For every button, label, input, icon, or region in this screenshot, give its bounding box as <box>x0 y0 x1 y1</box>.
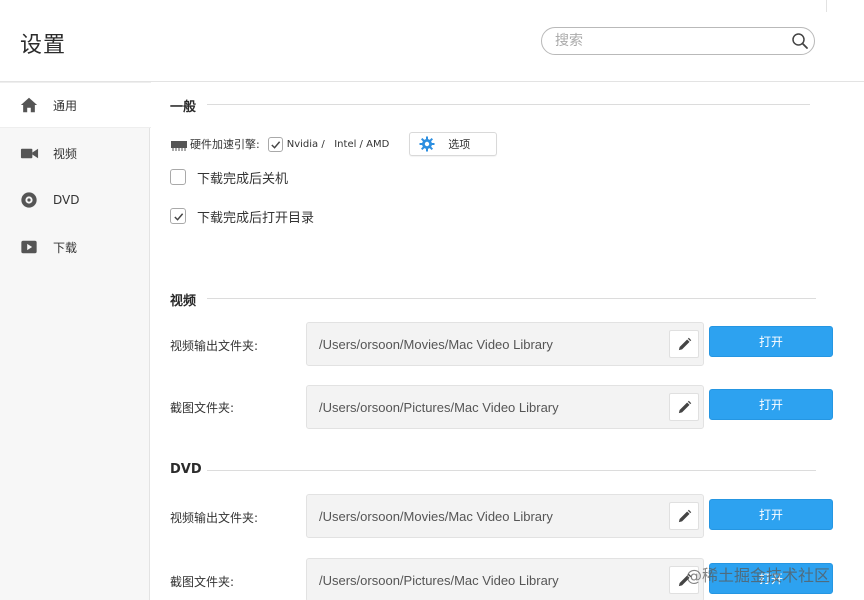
page-title: 设置 <box>20 33 67 58</box>
disc-icon <box>19 190 39 210</box>
dvd-screenshot-path-field[interactable]: /Users/orsoon/Pictures/Mac Video Library <box>306 558 704 600</box>
dvd-screenshot-label: 截图文件夹: <box>170 575 235 589</box>
shutdown-option-row: 下载完成后关机 <box>170 167 288 187</box>
section-title-video: 视频 <box>170 294 197 309</box>
search-icon[interactable] <box>791 32 809 50</box>
video-screenshot-label: 截图文件夹: <box>170 401 235 415</box>
sidebar-item-label: DVD <box>53 193 80 207</box>
home-icon <box>19 95 39 115</box>
sidebar-item-label: 下载 <box>53 240 78 255</box>
section-divider <box>207 298 816 299</box>
section-title-general: 一般 <box>170 100 197 115</box>
sidebar-item-label: 视频 <box>53 146 78 161</box>
settings-window: 设置 通用 视频 DVD <box>0 0 864 600</box>
gear-icon <box>419 136 435 152</box>
dvd-output-path-field[interactable]: /Users/orsoon/Movies/Mac Video Library <box>306 494 704 538</box>
hardware-accel-row: 硬件加速引擎: Nvidia / Intel / AMD 选项 <box>170 132 498 156</box>
section-divider <box>207 104 810 105</box>
video-output-path-field[interactable]: /Users/orsoon/Movies/Mac Video Library <box>306 322 704 366</box>
section-title-dvd: DVD <box>170 462 202 477</box>
header: 设置 <box>0 0 864 82</box>
edit-button[interactable] <box>669 330 699 358</box>
dvd-output-path: /Users/orsoon/Movies/Mac Video Library <box>319 509 553 524</box>
shutdown-label: 下载完成后关机 <box>197 171 289 187</box>
search-box[interactable] <box>541 27 815 55</box>
hardware-accel-options: Nvidia / Intel / AMD <box>286 138 390 150</box>
dvd-output-open-button[interactable]: 打开 <box>709 499 833 530</box>
watermark: @稀土掘金技术社区 <box>686 566 831 585</box>
pencil-icon <box>678 337 691 350</box>
open-dir-checkbox[interactable] <box>170 208 186 224</box>
pencil-icon <box>678 400 691 413</box>
section-divider <box>207 470 816 471</box>
video-screenshot-path-field[interactable]: /Users/orsoon/Pictures/Mac Video Library <box>306 385 704 429</box>
open-dir-label: 下载完成后打开目录 <box>197 210 315 226</box>
video-screenshot-path: /Users/orsoon/Pictures/Mac Video Library <box>319 400 559 415</box>
dvd-output-label: 视频输出文件夹: <box>170 511 259 525</box>
sidebar-item-label: 通用 <box>53 98 78 113</box>
hardware-accel-checkbox[interactable] <box>267 136 283 152</box>
options-button[interactable]: 选项 <box>409 132 498 156</box>
video-output-open-button[interactable]: 打开 <box>709 326 833 357</box>
video-output-label: 视频输出文件夹: <box>170 339 259 353</box>
pencil-icon <box>678 509 691 522</box>
options-button-label: 选项 <box>448 138 471 151</box>
sidebar-item-video[interactable]: 视频 <box>0 130 150 176</box>
hardware-accel-label: 硬件加速引擎: <box>190 138 260 151</box>
open-dir-option-row: 下载完成后打开目录 <box>170 206 314 226</box>
video-camera-icon <box>19 143 39 163</box>
search-input[interactable] <box>555 31 785 51</box>
sidebar-item-dvd[interactable]: DVD <box>0 177 150 223</box>
edit-button[interactable] <box>669 502 699 530</box>
video-output-path: /Users/orsoon/Movies/Mac Video Library <box>319 337 553 352</box>
sidebar-item-general[interactable]: 通用 <box>0 82 151 128</box>
shutdown-checkbox[interactable] <box>170 169 186 185</box>
dvd-screenshot-path: /Users/orsoon/Pictures/Mac Video Library <box>319 573 559 588</box>
sidebar: 通用 视频 DVD 下载 <box>0 82 151 600</box>
play-icon <box>19 237 39 257</box>
chip-icon <box>170 137 188 151</box>
video-screenshot-open-button[interactable]: 打开 <box>709 389 833 420</box>
sidebar-item-download[interactable]: 下载 <box>0 224 150 270</box>
edit-button[interactable] <box>669 393 699 421</box>
